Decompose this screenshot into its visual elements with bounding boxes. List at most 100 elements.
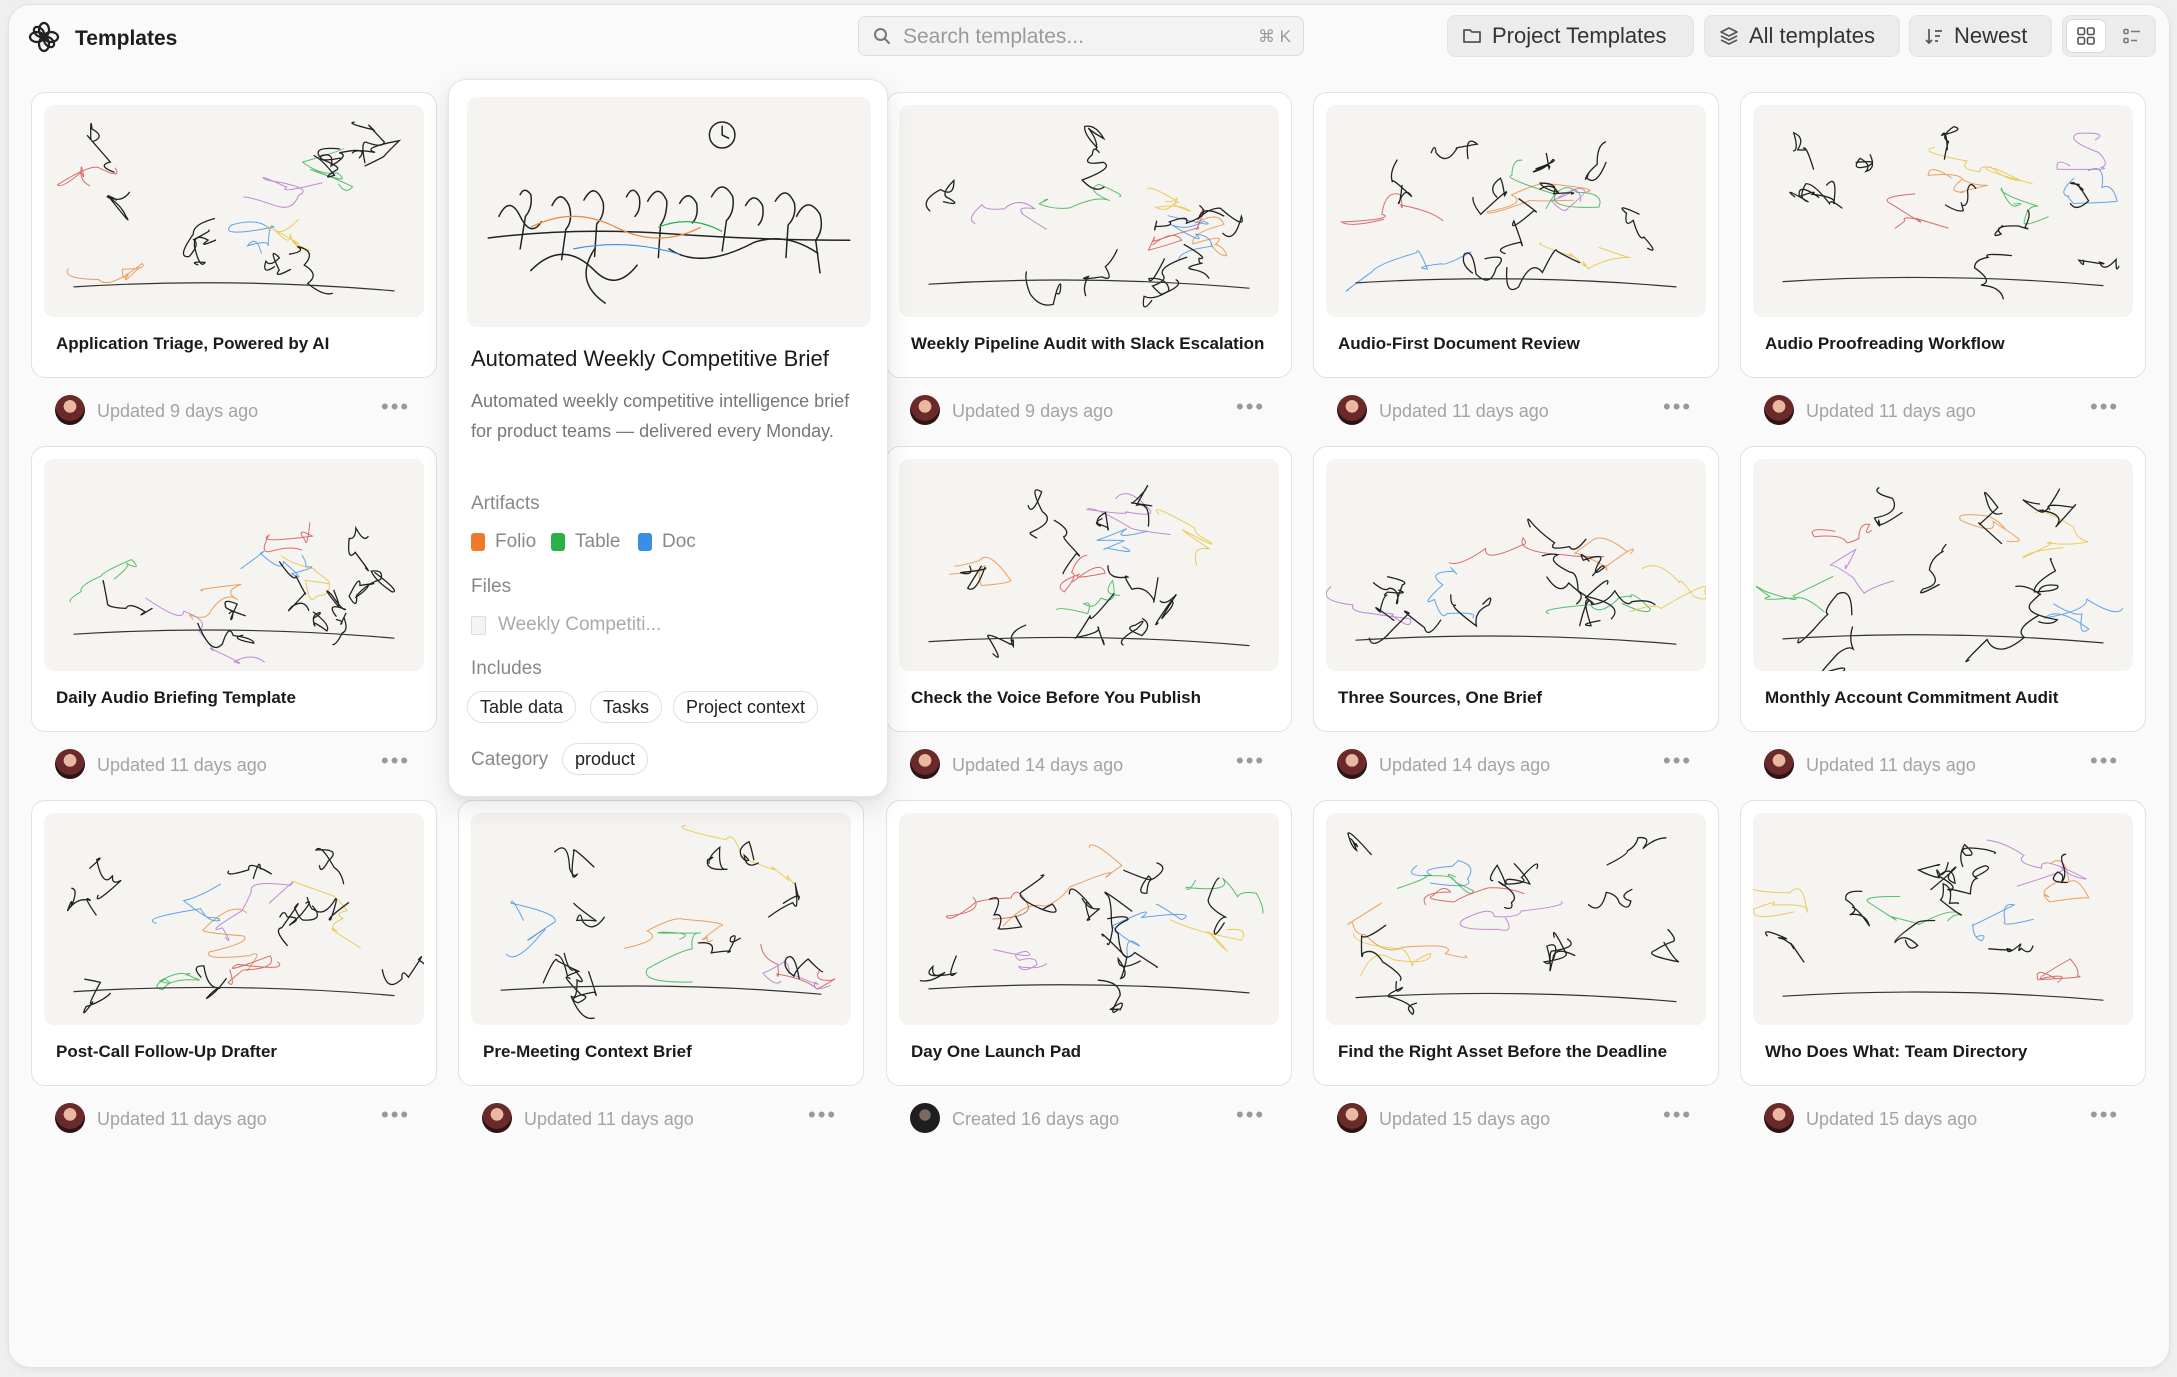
template-thumbnail bbox=[1753, 105, 2133, 317]
file-icon bbox=[471, 615, 486, 635]
avatar bbox=[1337, 395, 1367, 425]
avatar bbox=[1337, 749, 1367, 779]
list-view-button[interactable] bbox=[2112, 19, 2152, 53]
header: Templates ⌘ K Project Templates All temp… bbox=[9, 5, 2169, 69]
template-card[interactable]: Audio-First Document Review bbox=[1313, 92, 1719, 378]
template-card[interactable]: Pre-Meeting Context Brief bbox=[458, 800, 864, 1086]
artifact-doc-label: Doc bbox=[662, 531, 696, 552]
more-options-icon[interactable]: ••• bbox=[1236, 748, 1265, 774]
grid-icon bbox=[2077, 27, 2095, 45]
more-options-icon[interactable]: ••• bbox=[1663, 394, 1692, 420]
file-item[interactable]: Weekly Competiti... bbox=[471, 614, 661, 636]
files-label: Files bbox=[471, 576, 512, 597]
more-options-icon[interactable]: ••• bbox=[381, 1102, 410, 1128]
updated-timestamp: Updated 11 days ago bbox=[1806, 401, 1976, 421]
template-card[interactable]: Find the Right Asset Before the Deadline bbox=[1313, 800, 1719, 1086]
template-meta: Updated 11 days ago ••• bbox=[31, 1100, 437, 1136]
template-card[interactable]: Weekly Pipeline Audit with Slack Escalat… bbox=[886, 92, 1292, 378]
template-title: Find the Right Asset Before the Deadline bbox=[1338, 1042, 1668, 1061]
category-tag: product bbox=[562, 743, 649, 775]
template-thumbnail bbox=[471, 813, 851, 1025]
template-title: Three Sources, One Brief bbox=[1338, 688, 1543, 707]
includes-label: Includes bbox=[471, 658, 542, 679]
template-card[interactable]: Day One Launch Pad bbox=[886, 800, 1292, 1086]
sort-icon bbox=[1925, 29, 1942, 45]
sketch-illustration bbox=[66, 847, 424, 1014]
more-options-icon[interactable]: ••• bbox=[1236, 394, 1265, 420]
sketch-illustration bbox=[925, 125, 1250, 308]
avatar bbox=[910, 395, 940, 425]
layers-icon bbox=[1720, 27, 1738, 45]
list-icon bbox=[2123, 28, 2140, 44]
more-options-icon[interactable]: ••• bbox=[1236, 1102, 1265, 1128]
templates-window: Templates ⌘ K Project Templates All temp… bbox=[8, 4, 2170, 1368]
more-options-icon[interactable]: ••• bbox=[381, 748, 410, 774]
sort-button[interactable]: Newest bbox=[1909, 15, 2052, 57]
more-options-icon[interactable]: ••• bbox=[2090, 748, 2119, 774]
artifact-table: Table bbox=[551, 531, 620, 553]
includes-tag: Tasks bbox=[590, 691, 663, 723]
template-thumbnail bbox=[1326, 105, 1706, 317]
sketch-illustration bbox=[1347, 832, 1680, 1016]
includes-tag: Table data bbox=[467, 691, 577, 723]
template-meta: Updated 9 days ago ••• bbox=[31, 392, 437, 428]
template-meta: Updated 11 days ago ••• bbox=[31, 746, 437, 782]
template-meta: Updated 14 days ago ••• bbox=[1313, 746, 1719, 782]
search-bar[interactable]: ⌘ K bbox=[858, 16, 1304, 56]
updated-timestamp: Updated 14 days ago bbox=[952, 755, 1124, 775]
artifacts-label: Artifacts bbox=[471, 493, 540, 514]
template-meta: Updated 9 days ago ••• bbox=[886, 392, 1292, 428]
updated-timestamp: Updated 14 days ago bbox=[1379, 755, 1551, 775]
template-meta: Updated 14 days ago ••• bbox=[886, 746, 1292, 782]
search-shortcut: ⌘ K bbox=[1257, 27, 1291, 46]
doc-icon bbox=[638, 533, 652, 551]
template-title: Who Does What: Team Directory bbox=[1765, 1042, 2028, 1061]
updated-timestamp: Updated 15 days ago bbox=[1379, 1109, 1551, 1129]
popover-thumbnail bbox=[467, 97, 871, 327]
popover-title: Automated Weekly Competitive Brief bbox=[471, 346, 829, 371]
template-meta: Updated 15 days ago ••• bbox=[1313, 1100, 1719, 1136]
more-options-icon[interactable]: ••• bbox=[1663, 1102, 1692, 1128]
template-title: Application Triage, Powered by AI bbox=[56, 334, 330, 353]
avatar bbox=[910, 1103, 940, 1133]
template-card[interactable]: Audio Proofreading Workflow bbox=[1740, 92, 2146, 378]
includes-tag: Project context bbox=[673, 691, 819, 723]
template-card[interactable]: Post-Call Follow-Up Drafter bbox=[31, 800, 437, 1086]
artifact-folio: Folio bbox=[471, 531, 536, 553]
template-thumbnail bbox=[1753, 813, 2133, 1025]
updated-timestamp: Updated 9 days ago bbox=[952, 401, 1114, 421]
table-icon bbox=[551, 533, 565, 551]
more-options-icon[interactable]: ••• bbox=[1663, 748, 1692, 774]
template-meta: Updated 11 days ago ••• bbox=[458, 1100, 864, 1136]
more-options-icon[interactable]: ••• bbox=[2090, 1102, 2119, 1128]
sketch-illustration bbox=[487, 121, 851, 304]
template-card[interactable]: Daily Audio Briefing Template bbox=[31, 446, 437, 732]
template-card[interactable]: Monthly Account Commitment Audit bbox=[1740, 446, 2146, 732]
sketch-illustration bbox=[919, 844, 1264, 1013]
template-card[interactable]: Application Triage, Powered by AI bbox=[31, 92, 437, 378]
template-preview-popover[interactable]: Automated Weekly Competitive Brief Autom… bbox=[448, 79, 888, 797]
grid-view-button[interactable] bbox=[2066, 19, 2106, 53]
file-name: Weekly Competiti... bbox=[498, 614, 662, 635]
artifact-doc: Doc bbox=[638, 531, 696, 553]
template-card[interactable]: Check the Voice Before You Publish bbox=[886, 446, 1292, 732]
updated-timestamp: Created 16 days ago bbox=[952, 1109, 1120, 1129]
template-thumbnail bbox=[44, 459, 424, 671]
template-thumbnail bbox=[899, 813, 1279, 1025]
search-icon bbox=[874, 28, 890, 44]
template-thumbnail bbox=[899, 459, 1279, 671]
template-card[interactable]: Who Does What: Team Directory bbox=[1740, 800, 2146, 1086]
updated-timestamp: Updated 9 days ago bbox=[97, 401, 259, 421]
template-thumbnail bbox=[899, 105, 1279, 317]
more-options-icon[interactable]: ••• bbox=[2090, 394, 2119, 420]
artifact-folio-label: Folio bbox=[495, 531, 537, 552]
folio-icon bbox=[471, 533, 485, 551]
more-options-icon[interactable]: ••• bbox=[381, 394, 410, 420]
sketch-illustration bbox=[69, 522, 396, 664]
template-card[interactable]: Three Sources, One Brief bbox=[1313, 446, 1719, 732]
search-input[interactable] bbox=[901, 20, 1235, 54]
all-templates-button[interactable]: All templates bbox=[1704, 15, 1900, 57]
project-templates-button[interactable]: Project Templates bbox=[1447, 15, 1694, 57]
avatar bbox=[55, 749, 85, 779]
more-options-icon[interactable]: ••• bbox=[808, 1102, 837, 1128]
